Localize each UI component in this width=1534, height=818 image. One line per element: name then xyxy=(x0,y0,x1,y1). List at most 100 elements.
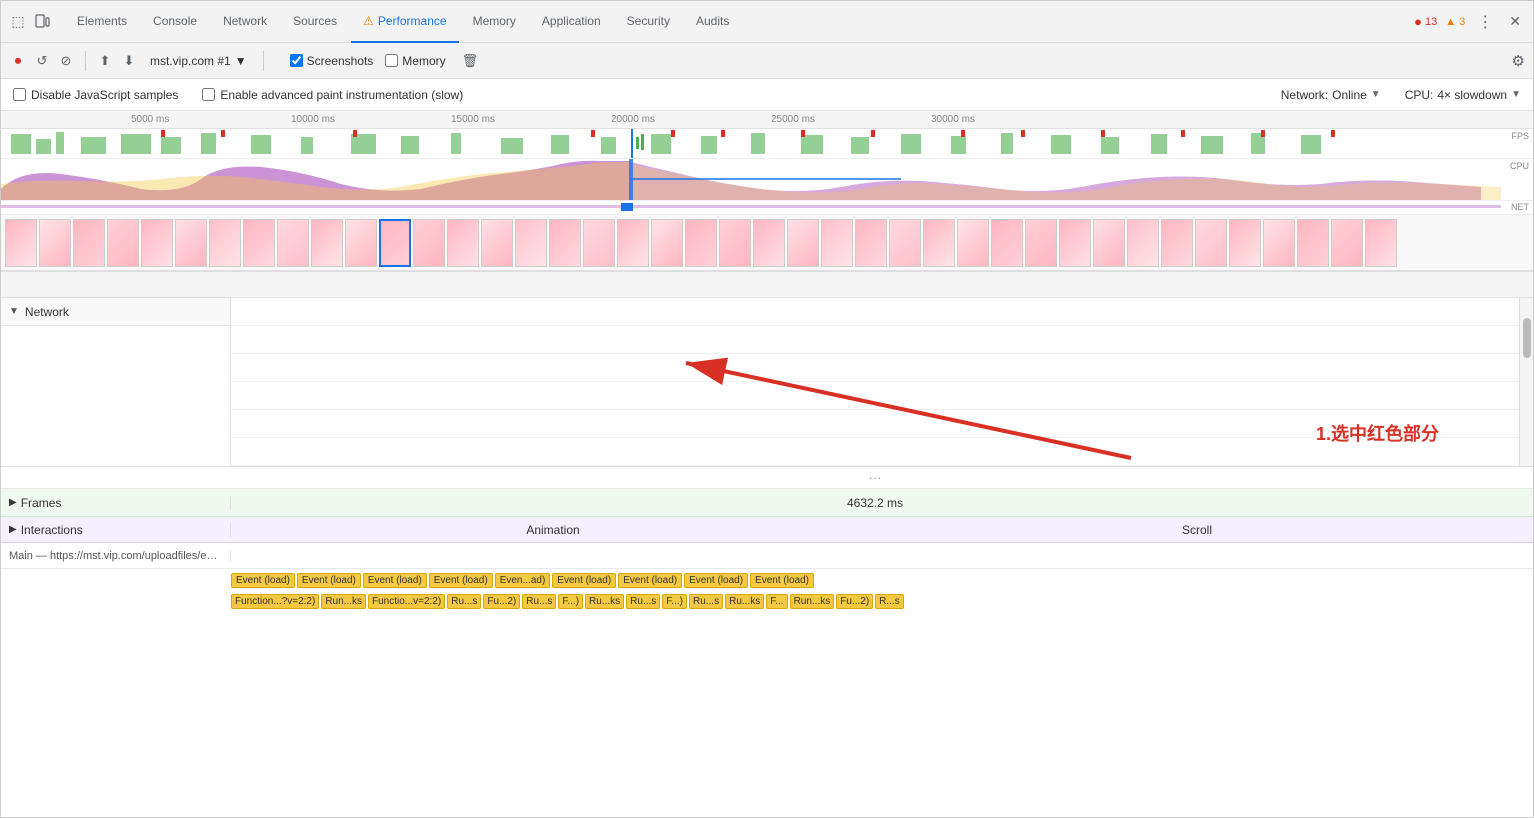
func-row: Function...?v=2:2) Run...ks Functio...v=… xyxy=(1,591,1533,611)
detail-area: 14600 ms 14650 ms 14700 ms 14750 ms 1480… xyxy=(1,272,1533,817)
error-badge: ● 13 xyxy=(1414,14,1437,29)
ruler-25000: 25000 ms xyxy=(771,114,815,125)
func-chip-14: Run...ks xyxy=(790,594,835,609)
func-chip-1: Function...?v=2:2) xyxy=(231,594,319,609)
tab-sources[interactable]: Sources xyxy=(281,1,349,43)
download-button[interactable]: ⬇ xyxy=(120,52,138,70)
cpu-row: CPU xyxy=(1,159,1533,201)
ruler-30000: 30000 ms xyxy=(931,114,975,125)
interactions-row: ▶ Interactions Animation Scroll xyxy=(1,517,1533,543)
ruler-20000: 20000 ms xyxy=(611,114,655,125)
tab-application[interactable]: Application xyxy=(530,1,613,43)
tab-console[interactable]: Console xyxy=(141,1,209,43)
ruler-5000: 5000 ms xyxy=(131,114,169,125)
more-menu-button[interactable]: ⋮ xyxy=(1473,8,1497,36)
clear-button[interactable]: ⊘ xyxy=(57,52,75,70)
settings-button[interactable]: ⚙ xyxy=(1512,52,1525,70)
network-row-4 xyxy=(231,382,1519,410)
interactions-caret-icon: ▶ xyxy=(9,524,17,535)
tab-audits[interactable]: Audits xyxy=(684,1,741,43)
tab-elements[interactable]: Elements xyxy=(65,1,139,43)
event-chip-5: Even...ad) xyxy=(495,573,551,588)
devtools-window: ⬚ Elements Console Network Sources ⚠ Per… xyxy=(0,0,1534,818)
device-icon[interactable] xyxy=(33,13,51,31)
animation-col: Animation xyxy=(231,523,875,537)
interactions-right: Animation Scroll xyxy=(231,523,1519,537)
upload-button[interactable]: ⬆ xyxy=(96,52,114,70)
func-chip-10: F...) xyxy=(662,594,687,609)
scrollbar[interactable] xyxy=(1519,298,1533,466)
enable-paint-checkbox[interactable]: Enable advanced paint instrumentation (s… xyxy=(202,88,463,102)
url-caret-icon: ▼ xyxy=(235,54,247,68)
net-label: NET xyxy=(1511,202,1529,212)
performance-warning-icon: ⚠ xyxy=(363,14,374,28)
screenshots-row[interactable] xyxy=(1,215,1533,271)
network-collapse-icon: ▼ xyxy=(9,306,19,317)
func-chip-11: Ru...s xyxy=(689,594,723,609)
cursor-icon[interactable]: ⬚ xyxy=(9,13,27,31)
main-row: Main — https://mst.vip.com/uploadfiles/e… xyxy=(1,543,1533,569)
frames-label: ▶ Frames xyxy=(1,496,231,510)
network-throttle-select[interactable]: Network: Online ▼ xyxy=(1281,88,1381,102)
func-chip-13: F... xyxy=(766,594,787,609)
event-chip-3: Event (load) xyxy=(363,573,427,588)
overview-section: 5000 ms 10000 ms 15000 ms 20000 ms 25000… xyxy=(1,111,1533,272)
warn-triangle-icon: ▲ xyxy=(1445,16,1456,28)
scroll-col: Scroll xyxy=(875,523,1519,537)
cpu-label: CPU xyxy=(1510,161,1529,171)
frames-value: 4632.2 ms xyxy=(231,496,1519,510)
network-section-header[interactable]: ▼ Network xyxy=(1,298,230,326)
network-section: ▼ Network xyxy=(1,298,1533,467)
tab-bar-right: ● 13 ▲ 3 ⋮ ✕ xyxy=(1414,8,1525,36)
record-button[interactable]: ⏺ xyxy=(9,52,27,70)
url-selector[interactable]: mst.vip.com #1 ▼ xyxy=(144,52,253,70)
events-right: Event (load) Event (load) Event (load) E… xyxy=(231,573,1519,588)
tab-memory[interactable]: Memory xyxy=(461,1,528,43)
network-row-3 xyxy=(231,354,1519,382)
checkbox-group: Screenshots Memory 🗑 xyxy=(290,53,479,69)
func-chip-7: F...) xyxy=(558,594,583,609)
fps-label: FPS xyxy=(1511,131,1529,141)
tab-bar-left: ⬚ xyxy=(9,13,51,31)
func-right: Function...?v=2:2) Run...ks Functio...v=… xyxy=(231,594,1519,609)
net-row: NET xyxy=(1,201,1533,215)
event-chip-1: Event (load) xyxy=(231,573,295,588)
tab-bar: ⬚ Elements Console Network Sources ⚠ Per… xyxy=(1,1,1533,43)
reload-record-button[interactable]: ↺ xyxy=(33,52,51,70)
network-left-panel: ▼ Network xyxy=(1,298,231,466)
options-row: Disable JavaScript samples Enable advanc… xyxy=(1,79,1533,111)
disable-js-checkbox[interactable]: Disable JavaScript samples xyxy=(13,88,178,102)
memory-checkbox[interactable]: Memory xyxy=(385,54,445,68)
trash-icon[interactable]: 🗑 xyxy=(462,53,479,69)
func-chip-8: Ru...ks xyxy=(585,594,624,609)
detail-ruler: 14600 ms 14650 ms 14700 ms 14750 ms 1480… xyxy=(1,272,1533,298)
ellipsis-row: ··· xyxy=(1,467,1533,489)
cpu-throttle-select[interactable]: CPU: 4× slowdown ▼ xyxy=(1405,88,1521,102)
fps-row: FPS xyxy=(1,129,1533,159)
func-chip-4: Ru...s xyxy=(447,594,481,609)
event-chip-2: Event (load) xyxy=(297,573,361,588)
frames-row: ▶ Frames 4632.2 ms xyxy=(1,489,1533,517)
tab-network[interactable]: Network xyxy=(211,1,279,43)
warn-badge: ▲ 3 xyxy=(1445,16,1465,28)
interactions-label: ▶ Interactions xyxy=(1,523,231,537)
error-circle-icon: ● xyxy=(1414,14,1422,29)
main-label: Main — https://mst.vip.com/uploadfiles/e… xyxy=(1,550,231,562)
tab-security[interactable]: Security xyxy=(615,1,682,43)
ruler-15000: 15000 ms xyxy=(451,114,495,125)
close-devtools-button[interactable]: ✕ xyxy=(1505,9,1525,34)
tab-performance[interactable]: ⚠ Performance xyxy=(351,1,458,43)
timeline-ruler[interactable]: 5000 ms 10000 ms 15000 ms 20000 ms 25000… xyxy=(1,111,1533,129)
network-caret-icon: ▼ xyxy=(1371,89,1381,100)
network-row-2 xyxy=(231,326,1519,354)
cpu-caret-icon: ▼ xyxy=(1511,89,1521,100)
frames-caret-icon: ▶ xyxy=(9,497,17,508)
event-chip-9: Event (load) xyxy=(750,573,814,588)
events-row: Event (load) Event (load) Event (load) E… xyxy=(1,569,1533,591)
screenshots-checkbox[interactable]: Screenshots xyxy=(290,54,374,68)
network-content: 1.选中红色部分 xyxy=(231,298,1519,466)
scrollbar-thumb[interactable] xyxy=(1523,318,1531,358)
func-chip-16: R...s xyxy=(875,594,904,609)
event-chip-4: Event (load) xyxy=(429,573,493,588)
func-chip-15: Fu...2) xyxy=(836,594,873,609)
